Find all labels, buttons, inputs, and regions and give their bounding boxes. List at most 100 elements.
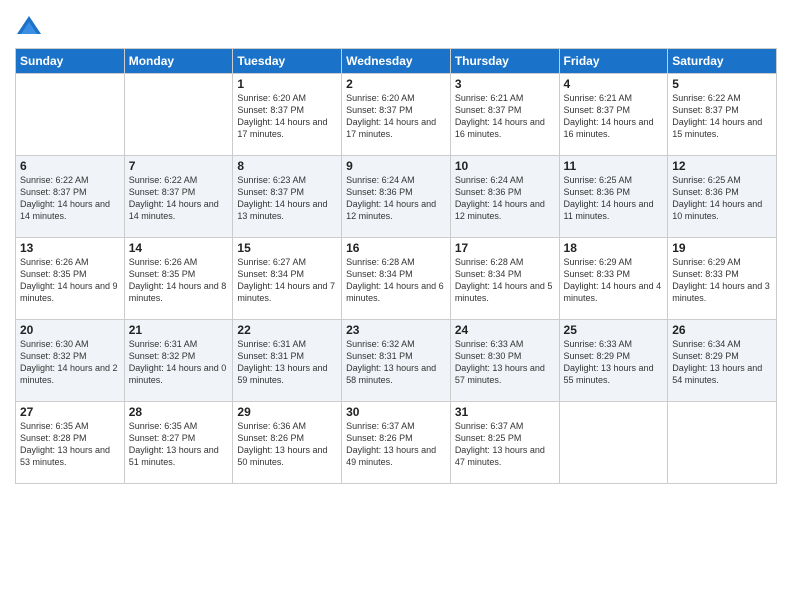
page: SundayMondayTuesdayWednesdayThursdayFrid…	[0, 0, 792, 612]
week-row-5: 27Sunrise: 6:35 AM Sunset: 8:28 PM Dayli…	[16, 402, 777, 484]
day-number: 28	[129, 405, 229, 419]
day-cell: 22Sunrise: 6:31 AM Sunset: 8:31 PM Dayli…	[233, 320, 342, 402]
day-cell: 10Sunrise: 6:24 AM Sunset: 8:36 PM Dayli…	[450, 156, 559, 238]
day-info: Sunrise: 6:25 AM Sunset: 8:36 PM Dayligh…	[564, 174, 664, 223]
day-number: 20	[20, 323, 120, 337]
day-cell: 4Sunrise: 6:21 AM Sunset: 8:37 PM Daylig…	[559, 74, 668, 156]
day-cell: 14Sunrise: 6:26 AM Sunset: 8:35 PM Dayli…	[124, 238, 233, 320]
calendar: SundayMondayTuesdayWednesdayThursdayFrid…	[15, 48, 777, 484]
header-cell-wednesday: Wednesday	[342, 49, 451, 74]
day-cell: 27Sunrise: 6:35 AM Sunset: 8:28 PM Dayli…	[16, 402, 125, 484]
day-info: Sunrise: 6:31 AM Sunset: 8:32 PM Dayligh…	[129, 338, 229, 387]
day-cell	[124, 74, 233, 156]
day-cell	[16, 74, 125, 156]
day-number: 19	[672, 241, 772, 255]
day-info: Sunrise: 6:36 AM Sunset: 8:26 PM Dayligh…	[237, 420, 337, 469]
header-cell-tuesday: Tuesday	[233, 49, 342, 74]
day-number: 6	[20, 159, 120, 173]
day-cell: 23Sunrise: 6:32 AM Sunset: 8:31 PM Dayli…	[342, 320, 451, 402]
day-number: 12	[672, 159, 772, 173]
day-cell	[559, 402, 668, 484]
day-cell: 29Sunrise: 6:36 AM Sunset: 8:26 PM Dayli…	[233, 402, 342, 484]
day-cell: 8Sunrise: 6:23 AM Sunset: 8:37 PM Daylig…	[233, 156, 342, 238]
day-number: 3	[455, 77, 555, 91]
day-number: 8	[237, 159, 337, 173]
header-cell-friday: Friday	[559, 49, 668, 74]
day-info: Sunrise: 6:37 AM Sunset: 8:26 PM Dayligh…	[346, 420, 446, 469]
day-info: Sunrise: 6:25 AM Sunset: 8:36 PM Dayligh…	[672, 174, 772, 223]
day-cell: 20Sunrise: 6:30 AM Sunset: 8:32 PM Dayli…	[16, 320, 125, 402]
day-number: 4	[564, 77, 664, 91]
day-info: Sunrise: 6:26 AM Sunset: 8:35 PM Dayligh…	[129, 256, 229, 305]
day-info: Sunrise: 6:33 AM Sunset: 8:30 PM Dayligh…	[455, 338, 555, 387]
day-info: Sunrise: 6:22 AM Sunset: 8:37 PM Dayligh…	[20, 174, 120, 223]
day-cell: 3Sunrise: 6:21 AM Sunset: 8:37 PM Daylig…	[450, 74, 559, 156]
day-cell: 15Sunrise: 6:27 AM Sunset: 8:34 PM Dayli…	[233, 238, 342, 320]
day-number: 24	[455, 323, 555, 337]
day-number: 13	[20, 241, 120, 255]
day-info: Sunrise: 6:30 AM Sunset: 8:32 PM Dayligh…	[20, 338, 120, 387]
day-number: 5	[672, 77, 772, 91]
week-row-1: 1 Sunrise: 6:20 AM Sunset: 8:37 PM Daylig…	[16, 74, 777, 156]
day-number: 1	[237, 77, 337, 91]
day-number: 23	[346, 323, 446, 337]
day-info: Sunrise: 6:28 AM Sunset: 8:34 PM Dayligh…	[346, 256, 446, 305]
day-info: Sunrise: 6:28 AM Sunset: 8:34 PM Dayligh…	[455, 256, 555, 305]
day-info: Sunrise: 6:34 AM Sunset: 8:29 PM Dayligh…	[672, 338, 772, 387]
day-info: Sunrise: 6:26 AM Sunset: 8:35 PM Dayligh…	[20, 256, 120, 305]
day-number: 25	[564, 323, 664, 337]
day-number: 31	[455, 405, 555, 419]
day-cell: 16Sunrise: 6:28 AM Sunset: 8:34 PM Dayli…	[342, 238, 451, 320]
day-info: Sunrise: 6:23 AM Sunset: 8:37 PM Dayligh…	[237, 174, 337, 223]
day-number: 9	[346, 159, 446, 173]
day-info: Sunrise: 6:20 AM Sunset: 8:37 PM Dayligh…	[346, 92, 446, 141]
day-number: 18	[564, 241, 664, 255]
logo-icon	[15, 14, 43, 42]
day-info: Sunrise: 6:32 AM Sunset: 8:31 PM Dayligh…	[346, 338, 446, 387]
day-info: Sunrise: 6:29 AM Sunset: 8:33 PM Dayligh…	[672, 256, 772, 305]
day-cell: 12Sunrise: 6:25 AM Sunset: 8:36 PM Dayli…	[668, 156, 777, 238]
day-info: Sunrise: 6:27 AM Sunset: 8:34 PM Dayligh…	[237, 256, 337, 305]
day-info: Sunrise: 6:21 AM Sunset: 8:37 PM Dayligh…	[455, 92, 555, 141]
day-info: Sunrise: 6:35 AM Sunset: 8:28 PM Dayligh…	[20, 420, 120, 469]
day-number: 2	[346, 77, 446, 91]
day-cell: 26Sunrise: 6:34 AM Sunset: 8:29 PM Dayli…	[668, 320, 777, 402]
day-number: 27	[20, 405, 120, 419]
day-cell: 28Sunrise: 6:35 AM Sunset: 8:27 PM Dayli…	[124, 402, 233, 484]
day-number: 11	[564, 159, 664, 173]
day-number: 14	[129, 241, 229, 255]
day-number: 17	[455, 241, 555, 255]
day-cell: 30Sunrise: 6:37 AM Sunset: 8:26 PM Dayli…	[342, 402, 451, 484]
week-row-3: 13Sunrise: 6:26 AM Sunset: 8:35 PM Dayli…	[16, 238, 777, 320]
header	[15, 10, 777, 42]
day-number: 22	[237, 323, 337, 337]
day-number: 7	[129, 159, 229, 173]
header-cell-monday: Monday	[124, 49, 233, 74]
day-cell: 6Sunrise: 6:22 AM Sunset: 8:37 PM Daylig…	[16, 156, 125, 238]
day-number: 21	[129, 323, 229, 337]
header-cell-sunday: Sunday	[16, 49, 125, 74]
day-info: Sunrise: 6:29 AM Sunset: 8:33 PM Dayligh…	[564, 256, 664, 305]
header-row: SundayMondayTuesdayWednesdayThursdayFrid…	[16, 49, 777, 74]
day-number: 29	[237, 405, 337, 419]
day-number: 30	[346, 405, 446, 419]
day-info: Sunrise: 6:33 AM Sunset: 8:29 PM Dayligh…	[564, 338, 664, 387]
day-cell: 31Sunrise: 6:37 AM Sunset: 8:25 PM Dayli…	[450, 402, 559, 484]
day-number: 15	[237, 241, 337, 255]
day-info: Sunrise: 6:31 AM Sunset: 8:31 PM Dayligh…	[237, 338, 337, 387]
day-number: 10	[455, 159, 555, 173]
day-cell: 1Sunrise: 6:20 AM Sunset: 8:37 PM Daylig…	[233, 74, 342, 156]
day-number: 16	[346, 241, 446, 255]
header-cell-saturday: Saturday	[668, 49, 777, 74]
week-row-2: 6Sunrise: 6:22 AM Sunset: 8:37 PM Daylig…	[16, 156, 777, 238]
day-number: 26	[672, 323, 772, 337]
day-cell: 25Sunrise: 6:33 AM Sunset: 8:29 PM Dayli…	[559, 320, 668, 402]
day-cell: 17Sunrise: 6:28 AM Sunset: 8:34 PM Dayli…	[450, 238, 559, 320]
day-info: Sunrise: 6:24 AM Sunset: 8:36 PM Dayligh…	[346, 174, 446, 223]
day-cell: 2Sunrise: 6:20 AM Sunset: 8:37 PM Daylig…	[342, 74, 451, 156]
day-cell: 19Sunrise: 6:29 AM Sunset: 8:33 PM Dayli…	[668, 238, 777, 320]
day-info: Sunrise: 6:35 AM Sunset: 8:27 PM Dayligh…	[129, 420, 229, 469]
day-info: Sunrise: 6:37 AM Sunset: 8:25 PM Dayligh…	[455, 420, 555, 469]
day-info: Sunrise: 6:22 AM Sunset: 8:37 PM Dayligh…	[672, 92, 772, 141]
logo	[15, 14, 45, 42]
